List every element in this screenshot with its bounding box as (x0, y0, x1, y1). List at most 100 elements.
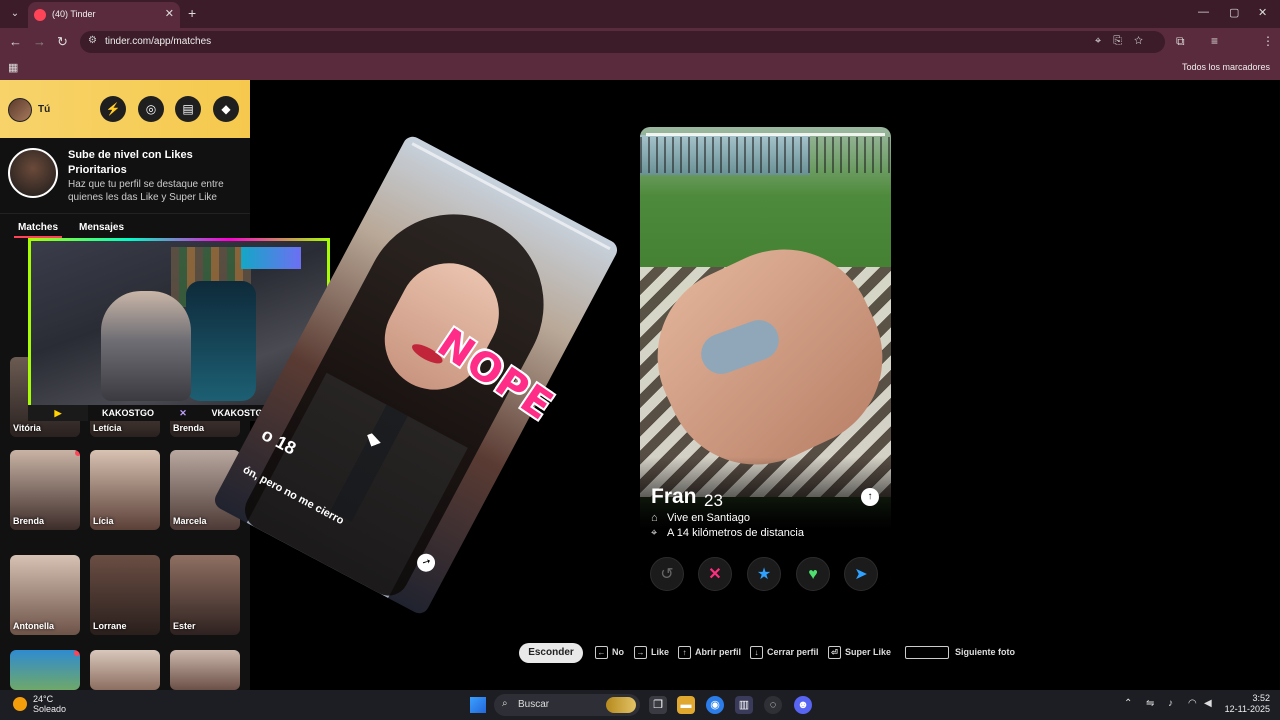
likes-promo[interactable]: Sube de nivel con Likes Prioritarios Haz… (0, 138, 250, 214)
action-buttons: ↺ ✕ ★ ♥ ➤ (646, 557, 886, 597)
match-name: Lícia (93, 516, 114, 526)
down-arrow-key-icon: ↓ (750, 646, 763, 659)
match-card[interactable]: Lícia (90, 450, 160, 530)
match-card[interactable]: Lorrane (90, 555, 160, 635)
match-name: Vitória (13, 423, 41, 433)
site-info-icon[interactable]: ⚙ (88, 35, 97, 46)
discord-icon[interactable]: ☻ (794, 696, 812, 714)
clock[interactable]: 3:52 12-11-2025 (1224, 693, 1270, 715)
windows-start-icon[interactable] (470, 697, 486, 713)
chrome-icon[interactable]: ◉ (706, 696, 724, 714)
promo-avatar (8, 148, 58, 198)
browser-window: ⌄ (40) Tinder ✕ + — ▢ ✕ ← → ↻ ⚙ tinder.c… (0, 0, 1280, 690)
profile-info-icon[interactable]: ↑ (861, 488, 879, 506)
hint-super-like: ⏎ Super Like (828, 646, 891, 659)
rewind-button[interactable]: ↺ (650, 557, 684, 591)
tab-search-button[interactable]: ⌄ (6, 5, 24, 23)
match-name: Antonella (13, 621, 55, 631)
shield-icon[interactable]: ◆ (213, 96, 239, 122)
restore-button[interactable]: ▢ (1229, 6, 1239, 19)
promo-title: Sube de nivel con Likes Prioritarios (68, 149, 193, 176)
my-profile-label[interactable]: Tú (38, 104, 50, 115)
minimize-button[interactable]: — (1198, 6, 1209, 18)
hint-next-photo: Siguiente foto (905, 646, 1015, 659)
back-icon[interactable]: ← (9, 34, 22, 49)
distance-text: A 14 kilómetros de distancia (667, 527, 804, 539)
media-controls-icon[interactable]: ≡ (1211, 34, 1218, 48)
right-arrow-key-icon: → (634, 646, 647, 659)
menu-icon[interactable]: ⋮ (1262, 34, 1274, 48)
my-avatar[interactable] (8, 98, 32, 122)
new-tab-button[interactable]: + (188, 5, 196, 21)
match-card[interactable]: Ester (170, 555, 240, 635)
forward-icon[interactable]: → (33, 34, 46, 49)
boost-send-button[interactable]: ➤ (844, 557, 878, 591)
taskbar-search[interactable]: ⌕ Buscar (494, 694, 640, 716)
tab-tinder[interactable]: (40) Tinder ✕ (28, 2, 180, 28)
volume-icon[interactable]: ◀ (1204, 698, 1212, 709)
search-placeholder: Buscar (518, 699, 550, 710)
up-arrow-key-icon: ↑ (678, 646, 691, 659)
microphone-icon[interactable]: ♪ (1168, 698, 1173, 709)
temperature: 24°C (33, 694, 54, 704)
tab-bar: ⌄ (40) Tinder ✕ + — ▢ ✕ (0, 0, 1280, 28)
match-card[interactable]: Brenda (10, 450, 80, 530)
nope-button[interactable]: ✕ (698, 557, 732, 591)
weather-condition: Soleado (33, 704, 67, 714)
webcam-chair (186, 281, 256, 401)
match-name: Brenda (173, 423, 205, 433)
space-key-icon (905, 646, 949, 659)
extensions-icon[interactable]: ⧉ (1176, 34, 1185, 49)
file-explorer-icon[interactable]: ▬ (677, 696, 695, 714)
all-bookmarks-link[interactable]: Todos los marcadores (1182, 62, 1270, 72)
tab-close-icon[interactable]: ✕ (165, 7, 174, 20)
enter-key-icon: ⏎ (828, 646, 841, 659)
tinder-favicon-icon (34, 9, 46, 21)
reload-icon[interactable]: ↻ (57, 34, 68, 50)
profile-lives: ⌂ Vive en Santiago (651, 512, 750, 524)
hide-hints-button[interactable]: Esconder (519, 643, 583, 663)
close-window-button[interactable]: ✕ (1258, 6, 1267, 19)
hint-close-profile: ↓ Cerrar perfil (750, 646, 819, 659)
promo-subtitle: Haz que tu perfil se destaque entre quie… (68, 179, 224, 203)
weather-widget[interactable]: 24°C Soleado (33, 694, 66, 714)
match-name: Letícia (93, 423, 122, 433)
search-icon: ⌕ (502, 698, 508, 709)
apps-grid-icon[interactable]: ▦ (8, 61, 18, 74)
webcam-monitor (241, 247, 301, 269)
match-name: Lorrane (93, 621, 127, 631)
tab-title: (40) Tinder (52, 9, 96, 19)
obs-icon[interactable]: ◌ (764, 696, 782, 714)
profile-name: Fran (651, 485, 697, 508)
match-card[interactable]: Antonella (10, 555, 80, 635)
wifi-icon[interactable]: ◠ (1188, 698, 1197, 709)
network-icon[interactable]: ⇋ (1146, 698, 1154, 709)
clock-time: 3:52 (1252, 693, 1270, 703)
keyboard-hints: Esconder ← No → Like ↑ Abrir perfil ↓ Cerrar… (0, 642, 1280, 664)
hint-open-profile: ↑ Abrir perfil (678, 646, 741, 659)
profile-distance: ⌖ A 14 kilómetros de distancia (651, 527, 804, 540)
app-icon[interactable]: ▥ (735, 696, 753, 714)
address-bar[interactable]: ⚙ tinder.com/app/matches ⌖⎘☆ (80, 31, 1165, 53)
super-like-button[interactable]: ★ (747, 557, 781, 591)
webcam-streamer (101, 291, 191, 401)
hint-like: → Like (634, 646, 669, 659)
like-button[interactable]: ♥ (796, 557, 830, 591)
photo-progress-bar (646, 133, 885, 136)
youtube-handle: KAKOSTGO (88, 405, 168, 421)
tab-matches[interactable]: Matches (18, 222, 58, 233)
explore-icon[interactable]: ◎ (138, 96, 164, 122)
sidebar-header: Tú ⚡ ◎ ▤ ◆ (0, 80, 250, 138)
sidebar-tabs: Matches Mensajes (0, 218, 250, 238)
stream-logo-icon: ✕ (168, 405, 198, 421)
hint-no: ← No (595, 646, 624, 659)
task-view-icon[interactable]: ❐ (649, 696, 667, 714)
omnibox-actions[interactable]: ⌖⎘☆ (1095, 35, 1155, 48)
tinder-page: Tú ⚡ ◎ ▤ ◆ Sube de nivel con Likes Prior… (0, 80, 1280, 690)
tab-messages[interactable]: Mensajes (79, 222, 124, 233)
boost-icon[interactable]: ⚡ (100, 96, 126, 122)
tray-expand-icon[interactable]: ⌃ (1124, 698, 1132, 709)
sun-icon[interactable] (13, 697, 27, 711)
briefcase-icon[interactable]: ▤ (175, 96, 201, 122)
left-arrow-key-icon: ← (595, 646, 608, 659)
